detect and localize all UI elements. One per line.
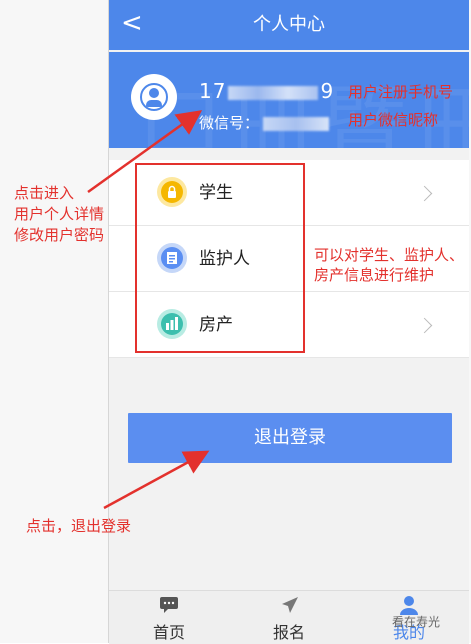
highlight-box xyxy=(135,163,305,353)
annotation-nickname: 用户微信昵称 xyxy=(348,111,439,129)
annotation-click-enter-1: 点击进入 xyxy=(14,184,75,202)
annotation-click-enter-3: 修改用户密码 xyxy=(14,226,105,244)
annotation-maintain-2: 房产信息进行维护 xyxy=(314,266,435,284)
annotation-click-enter-2: 用户个人详情 xyxy=(14,205,105,223)
arrow-to-logout xyxy=(103,450,210,510)
annotation-phone: 用户注册手机号 xyxy=(348,83,454,101)
annotation-maintain-1: 可以对学生、监护人、 xyxy=(314,246,465,264)
annotation-logout: 点击，退出登录 xyxy=(26,517,132,535)
annotation-layer: 用户注册手机号 用户微信昵称 点击进入 用户个人详情 修改用户密码 可以对学生、… xyxy=(0,0,471,643)
watermark-text: 看在寿光 xyxy=(392,615,441,629)
